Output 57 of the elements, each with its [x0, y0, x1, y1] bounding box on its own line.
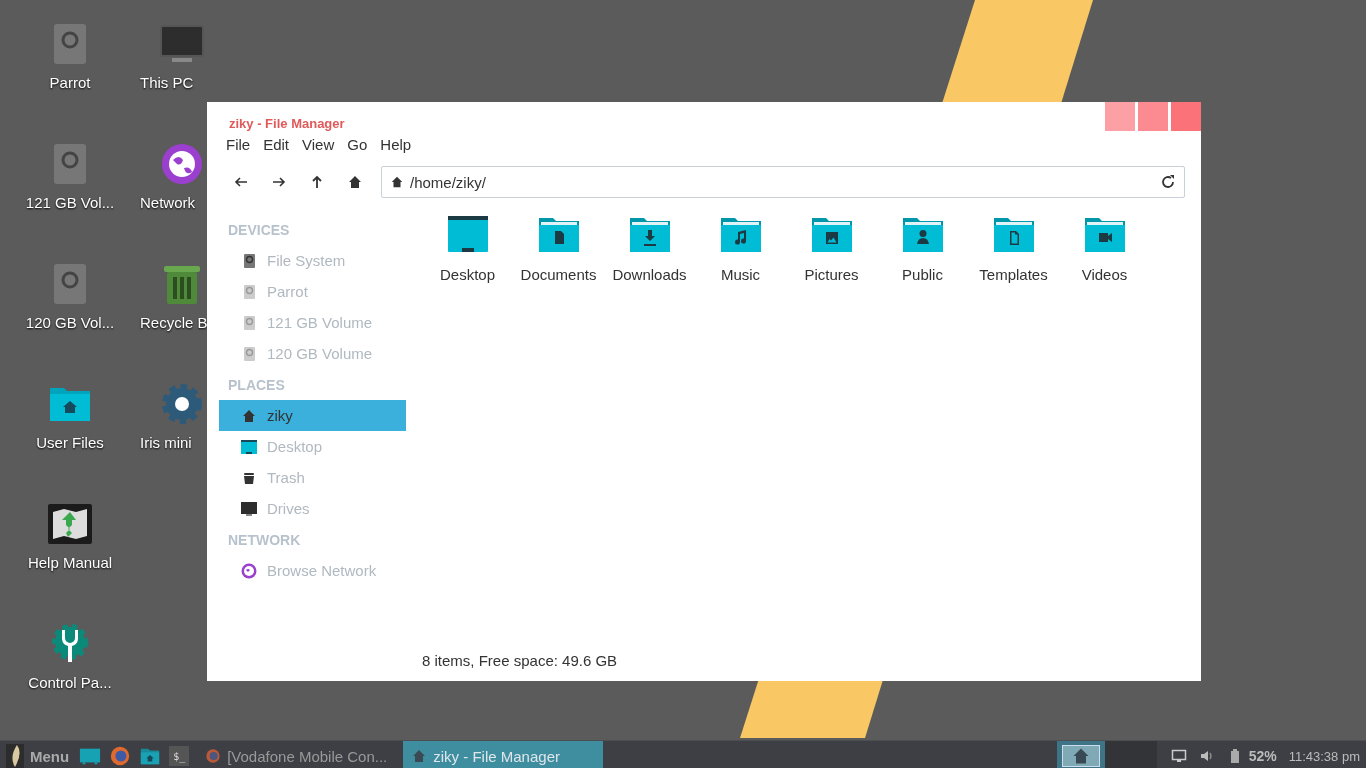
browser-icon[interactable]: [109, 745, 132, 767]
desktop-icon-label: Parrot: [49, 74, 91, 91]
menu-item[interactable]: Edit: [263, 136, 290, 158]
window-title: ziky - File Manager: [229, 116, 345, 131]
file-name[interactable]: Downloads: [612, 266, 687, 283]
menu-item[interactable]: Help: [380, 136, 412, 158]
menu-button[interactable]: Menu: [4, 744, 72, 768]
desktop-icon-label: 120 GB Vol...: [25, 314, 115, 331]
menu-item[interactable]: View: [302, 136, 335, 158]
terminal-icon[interactable]: $_: [169, 746, 190, 766]
desktop-icon-label: Help Manual: [27, 554, 113, 571]
reload-icon[interactable]: [1160, 174, 1176, 190]
home-icon[interactable]: [347, 174, 363, 190]
sidebar-section-heading: DEVICES: [227, 220, 291, 240]
volume-icon[interactable]: [1198, 748, 1215, 764]
drive-icon: [241, 283, 257, 300]
file-name[interactable]: Music: [720, 266, 761, 283]
file-name[interactable]: Documents: [520, 266, 597, 283]
home-icon: [241, 407, 257, 424]
clock[interactable]: 11:43:38 pm: [1288, 748, 1360, 764]
desktop-icon-label: Network: [140, 194, 195, 211]
workspace-pager[interactable]: [1056, 741, 1157, 768]
monitor-icon: [241, 500, 257, 517]
file-name[interactable]: Videos: [1081, 266, 1128, 283]
browser-icon: [205, 748, 222, 764]
sidebar-section-heading: NETWORK: [227, 530, 302, 550]
battery-percent: 52%: [1248, 748, 1277, 764]
file-name[interactable]: Public: [902, 266, 943, 283]
file-name[interactable]: Templates: [979, 266, 1048, 283]
home-icon: [411, 748, 428, 764]
location-path: /home/ziky/: [410, 173, 487, 191]
file-name[interactable]: Pictures: [804, 266, 859, 283]
location-field[interactable]: /home/ziky/: [381, 166, 1185, 198]
globe-icon: [241, 562, 257, 579]
menu-item[interactable]: Go: [347, 136, 368, 158]
home-icon: [1061, 745, 1100, 767]
home-icon: [390, 175, 404, 189]
desktop-icon-label: User Files: [36, 434, 104, 451]
sidebar-item[interactable]: ziky: [219, 400, 406, 431]
display-icon[interactable]: [1170, 748, 1187, 764]
menu-item[interactable]: File: [226, 136, 251, 158]
desktop-icon-label: Control Pa...: [28, 674, 112, 691]
drive-icon: [241, 345, 257, 362]
desktop-icon-label: Recycle B: [140, 314, 208, 331]
desktop-icon: [241, 438, 257, 455]
status-text: 8 items, Free space: 49.6 GB: [422, 652, 619, 669]
sidebar-section-heading: PLACES: [227, 375, 286, 395]
drive-icon: [241, 314, 257, 331]
desktop-icon-label: Iris mini: [140, 434, 192, 451]
desktop-icon[interactable]: [447, 214, 488, 254]
taskbar-task[interactable]: [Vodafone Mobile Con...: [197, 741, 396, 768]
desktop-icon-label: 121 GB Vol...: [25, 194, 115, 211]
workspace-active[interactable]: [1056, 741, 1105, 768]
drive-dark-icon: [241, 252, 257, 269]
desktop-icon-label: This PC: [140, 74, 194, 91]
feather-icon: [6, 744, 24, 768]
file-name[interactable]: Desktop: [440, 266, 495, 283]
